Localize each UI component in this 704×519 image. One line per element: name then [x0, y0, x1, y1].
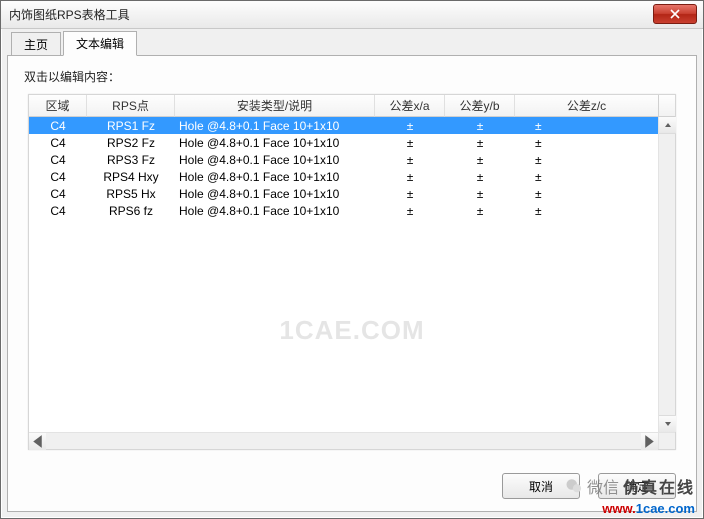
footer-url-prefix: www.: [602, 501, 635, 516]
close-icon: [670, 9, 680, 19]
cell-rps: RPS5 Hx: [87, 187, 175, 201]
cell-xa: ±: [375, 187, 445, 201]
titlebar: 内饰图纸RPS表格工具: [1, 1, 703, 29]
cell-zc: ±: [515, 136, 675, 150]
instruction-text: 双击以编辑内容：: [24, 68, 680, 85]
cell-type: Hole @4.8+0.1 Face 10+1x10: [175, 170, 375, 184]
col-header-type[interactable]: 安装类型/说明: [175, 95, 375, 117]
cell-type: Hole @4.8+0.1 Face 10+1x10: [175, 153, 375, 167]
cell-region: C4: [29, 153, 87, 167]
scroll-right-button[interactable]: [641, 433, 658, 450]
table-row[interactable]: C4RPS6 fzHole @4.8+0.1 Face 10+1x10±±±: [29, 202, 675, 219]
table-row[interactable]: C4RPS5 HxHole @4.8+0.1 Face 10+1x10±±±: [29, 185, 675, 202]
ok-button-label: 确定: [625, 478, 649, 495]
scroll-corner-top: [658, 95, 675, 117]
table-body: C4RPS1 FzHole @4.8+0.1 Face 10+1x10±±±C4…: [29, 117, 675, 432]
col-header-region[interactable]: 区域: [29, 95, 87, 117]
col-header-rps[interactable]: RPS点: [87, 95, 175, 117]
cell-yb: ±: [445, 119, 515, 133]
table-row[interactable]: C4RPS3 FzHole @4.8+0.1 Face 10+1x10±±±: [29, 151, 675, 168]
cell-yb: ±: [445, 204, 515, 218]
cell-zc: ±: [515, 119, 675, 133]
cell-yb: ±: [445, 187, 515, 201]
tab-textedit[interactable]: 文本编辑: [63, 31, 137, 56]
cell-zc: ±: [515, 204, 675, 218]
cell-zc: ±: [515, 187, 675, 201]
cancel-button[interactable]: 取消: [502, 473, 580, 499]
table-header: 区域 RPS点 安装类型/说明 公差x/a 公差y/b 公差z/c: [29, 95, 675, 117]
tab-panel: 双击以编辑内容： 区域 RPS点 安装类型/说明 公差x/a 公差y/b 公差z…: [7, 55, 697, 512]
data-table: 区域 RPS点 安装类型/说明 公差x/a 公差y/b 公差z/c C4RPS1…: [28, 94, 676, 450]
content-area: 主页 文本编辑 双击以编辑内容： 区域 RPS点 安装类型/说明 公差x/a 公…: [7, 33, 697, 512]
cell-type: Hole @4.8+0.1 Face 10+1x10: [175, 204, 375, 218]
tabstrip: 主页 文本编辑: [7, 33, 697, 56]
window-title: 内饰图纸RPS表格工具: [9, 6, 130, 23]
horizontal-scrollbar[interactable]: [29, 432, 658, 449]
tab-textedit-label: 文本编辑: [76, 37, 124, 51]
scroll-down-button[interactable]: [659, 415, 676, 432]
col-header-zc[interactable]: 公差z/c: [515, 95, 658, 117]
close-button[interactable]: [653, 4, 697, 24]
table-row[interactable]: C4RPS2 FzHole @4.8+0.1 Face 10+1x10±±±: [29, 134, 675, 151]
tab-main-label: 主页: [24, 38, 48, 52]
cell-region: C4: [29, 119, 87, 133]
tab-main[interactable]: 主页: [11, 32, 61, 57]
scroll-up-button[interactable]: [659, 117, 676, 134]
cell-xa: ±: [375, 170, 445, 184]
cell-yb: ±: [445, 170, 515, 184]
cell-zc: ±: [515, 153, 675, 167]
cell-xa: ±: [375, 119, 445, 133]
cell-xa: ±: [375, 136, 445, 150]
button-row: 取消 确定: [502, 473, 676, 499]
cancel-button-label: 取消: [529, 478, 553, 495]
cell-yb: ±: [445, 136, 515, 150]
scroll-corner-bottom: [658, 432, 675, 449]
col-header-xa[interactable]: 公差x/a: [375, 95, 445, 117]
footer-url-domain: 1cae.com: [636, 501, 695, 516]
scroll-left-button[interactable]: [29, 433, 46, 450]
cell-type: Hole @4.8+0.1 Face 10+1x10: [175, 136, 375, 150]
cell-rps: RPS6 fz: [87, 204, 175, 218]
cell-xa: ±: [375, 204, 445, 218]
ok-button[interactable]: 确定: [598, 473, 676, 499]
col-header-yb[interactable]: 公差y/b: [445, 95, 515, 117]
cell-rps: RPS3 Fz: [87, 153, 175, 167]
vertical-scrollbar[interactable]: [658, 117, 675, 432]
cell-region: C4: [29, 204, 87, 218]
cell-region: C4: [29, 170, 87, 184]
cell-region: C4: [29, 187, 87, 201]
table-row[interactable]: C4RPS1 FzHole @4.8+0.1 Face 10+1x10±±±: [29, 117, 675, 134]
dialog-window: 内饰图纸RPS表格工具 主页 文本编辑 双击以编辑内容： 区域 RPS点 安装类…: [0, 0, 704, 519]
cell-yb: ±: [445, 153, 515, 167]
cell-rps: RPS4 Hxy: [87, 170, 175, 184]
cell-type: Hole @4.8+0.1 Face 10+1x10: [175, 119, 375, 133]
footer-url: www.1cae.com: [602, 501, 695, 516]
cell-xa: ±: [375, 153, 445, 167]
cell-region: C4: [29, 136, 87, 150]
cell-type: Hole @4.8+0.1 Face 10+1x10: [175, 187, 375, 201]
table-row[interactable]: C4RPS4 HxyHole @4.8+0.1 Face 10+1x10±±±: [29, 168, 675, 185]
cell-rps: RPS1 Fz: [87, 119, 175, 133]
cell-rps: RPS2 Fz: [87, 136, 175, 150]
cell-zc: ±: [515, 170, 675, 184]
